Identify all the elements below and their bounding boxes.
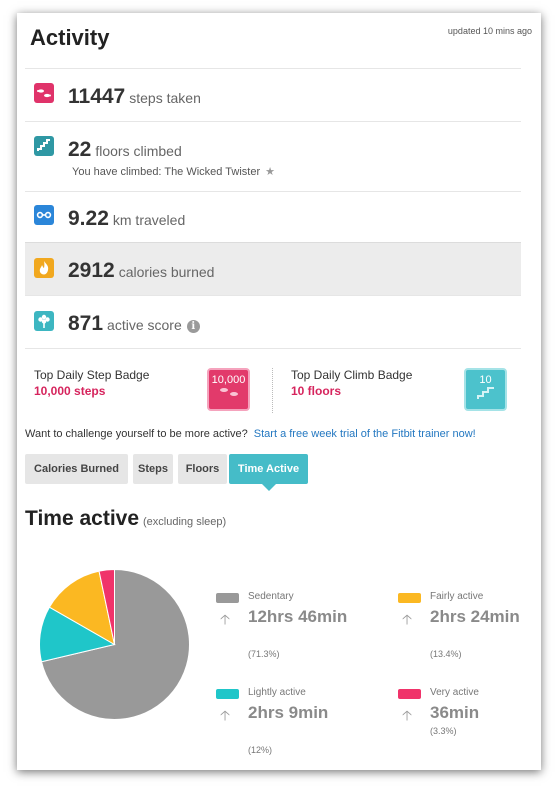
legend-percent: (3.3%): [430, 726, 457, 736]
badge-divider: [272, 368, 274, 413]
floors-row: 22 floors climbed You have climbed: The W…: [25, 121, 521, 192]
distance-metric: 9.22 km traveled: [68, 207, 185, 231]
distance-icon: [34, 205, 54, 225]
legend-duration: 12hrs 46min: [248, 607, 348, 626]
footprints-icon: [219, 388, 238, 396]
steps-icon: [34, 83, 54, 103]
legend-percent: (12%): [248, 745, 273, 755]
section-subtitle: (excluding sleep): [143, 516, 227, 528]
active-score-row: 871 active score i: [25, 295, 521, 349]
floors-metric: 22 floors climbed: [68, 138, 182, 162]
legend-swatch: [216, 689, 239, 699]
legend-swatch: [398, 689, 421, 699]
legend-swatch: [398, 593, 421, 603]
tab-floors[interactable]: Floors: [178, 454, 227, 484]
flower-icon: [34, 311, 54, 331]
calories-value: 2912: [68, 259, 115, 282]
calories-label: calories burned: [118, 264, 215, 280]
legend-label: Fairly active: [430, 591, 484, 602]
active-score-label: active score: [107, 317, 182, 333]
tab-steps[interactable]: Steps: [133, 454, 173, 484]
legend-duration: 2hrs 9min: [248, 703, 329, 722]
page-title: Activity: [30, 25, 110, 50]
steps-row: 11447 steps taken: [25, 68, 521, 122]
tab-calories-burned[interactable]: Calories Burned: [25, 454, 128, 484]
legend-label: Sedentary: [248, 591, 294, 602]
distance-row: 9.22 km traveled: [25, 191, 521, 243]
legend-label: Very active: [430, 687, 479, 698]
distance-value: 9.22: [68, 207, 109, 230]
legend-duration: 2hrs 24min: [430, 607, 520, 626]
steps-metric: 11447 steps taken: [68, 85, 201, 109]
divider: [25, 348, 521, 349]
time-active-pie-chart: [39, 568, 190, 720]
climb-badge-title: Top Daily Climb Badge: [291, 368, 413, 382]
arrow-up-icon: 🡡: [402, 707, 413, 723]
climb-badge-image[interactable]: 10: [464, 368, 507, 411]
section-title: Time active (excluding sleep): [25, 507, 226, 531]
active-score-metric: 871 active score i: [68, 312, 200, 336]
floors-label: floors climbed: [95, 143, 182, 159]
trainer-trial-link[interactable]: Start a free week trial of the Fitbit tr…: [254, 428, 476, 440]
legend-duration: 36min: [430, 703, 480, 722]
step-badge-title: Top Daily Step Badge: [34, 368, 150, 382]
stairs-icon: [34, 136, 54, 156]
challenge-text: Want to challenge yourself to be more ac…: [25, 428, 248, 440]
section-title-text: Time active: [25, 507, 140, 530]
flame-icon: [34, 258, 54, 278]
challenge-line: Want to challenge yourself to be more ac…: [25, 428, 476, 440]
legend-label: Lightly active: [248, 687, 306, 698]
arrow-up-icon: 🡡: [402, 611, 413, 627]
climb-badge-label: 10: [479, 374, 492, 386]
floors-achievement: You have climbed: The Wicked Twister ★: [72, 165, 275, 178]
legend-swatch: [216, 593, 239, 603]
calories-row: 2912 calories burned: [25, 242, 521, 296]
star-icon[interactable]: ★: [265, 166, 275, 178]
legend-percent: (13.4%): [430, 649, 462, 659]
step-badge-value: 10,000 steps: [34, 384, 106, 398]
legend-percent: (71.3%): [248, 649, 280, 659]
step-badge-image[interactable]: 10,000: [207, 368, 250, 411]
distance-label: km traveled: [112, 212, 186, 228]
climb-badge-value: 10 floors: [291, 384, 342, 398]
floors-value: 22: [68, 138, 92, 161]
calories-metric: 2912 calories burned: [68, 259, 214, 283]
stairs-badge-icon: [476, 387, 494, 399]
tab-time-active[interactable]: Time Active: [229, 454, 308, 484]
arrow-up-icon: 🡡: [220, 707, 231, 723]
updated-timestamp: updated 10 mins ago: [447, 26, 532, 36]
arrow-up-icon: 🡡: [220, 611, 231, 627]
step-badge-label: 10,000: [211, 374, 246, 386]
steps-value: 11447: [68, 85, 126, 108]
floors-achievement-text: You have climbed: The Wicked Twister: [72, 166, 261, 178]
active-tab-indicator: [262, 484, 276, 491]
info-icon[interactable]: i: [186, 320, 200, 333]
activity-card: Activity updated 10 mins ago 11447 steps …: [17, 13, 541, 770]
steps-label: steps taken: [129, 90, 201, 106]
active-score-value: 871: [68, 312, 104, 335]
